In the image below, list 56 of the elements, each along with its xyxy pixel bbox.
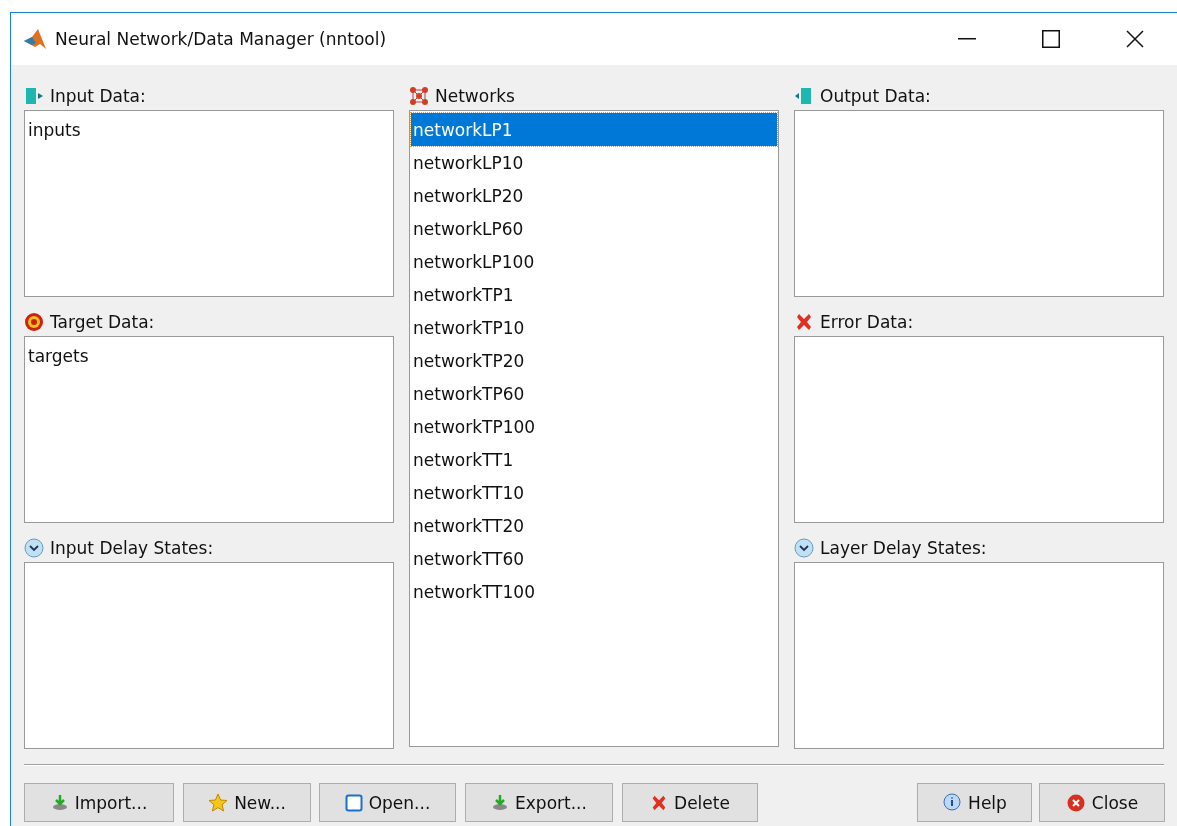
- chevron-circle-icon: [24, 538, 44, 558]
- list-item[interactable]: networkLP100: [411, 245, 777, 278]
- list-item[interactable]: networkTP20: [411, 344, 777, 377]
- list-item[interactable]: networkLP60: [411, 212, 777, 245]
- toolbar-button[interactable]: Import...: [24, 783, 174, 822]
- list-box[interactable]: targets: [24, 336, 394, 523]
- list-box[interactable]: [794, 110, 1164, 297]
- minimize-icon: [958, 38, 976, 40]
- door-icon: [24, 86, 44, 106]
- network-icon: [409, 86, 429, 106]
- list-box[interactable]: [794, 562, 1164, 749]
- panel-label: Input Data:: [50, 86, 146, 106]
- list-box[interactable]: [24, 562, 394, 749]
- toolbar-button[interactable]: Export...: [465, 783, 613, 822]
- list-item[interactable]: networkTP60: [411, 377, 777, 410]
- panel-label: Output Data:: [820, 86, 931, 106]
- maximize-icon: [1042, 30, 1060, 48]
- list-item[interactable]: networkTP1: [411, 278, 777, 311]
- list-item[interactable]: networkTP10: [411, 311, 777, 344]
- toolbar-button[interactable]: New...: [183, 783, 311, 822]
- close-icon: [1126, 30, 1144, 48]
- window-icon: [344, 793, 363, 812]
- logo-icon: [23, 28, 47, 50]
- info-icon: [942, 792, 963, 813]
- panel-label: Error Data:: [820, 312, 914, 332]
- toolbar-button[interactable]: Delete: [622, 783, 758, 822]
- list-box[interactable]: inputs: [24, 110, 394, 297]
- list-item[interactable]: inputs: [26, 113, 392, 146]
- list-box[interactable]: [794, 336, 1164, 523]
- dialog-button[interactable]: Close: [1039, 783, 1165, 822]
- list-item[interactable]: networkLP10: [411, 146, 777, 179]
- list-item[interactable]: networkTT1: [411, 443, 777, 476]
- disk-icon: [50, 793, 69, 812]
- list-item[interactable]: networkLP1: [411, 113, 777, 146]
- panel-label: Layer Delay States:: [820, 538, 987, 558]
- panel-label: Input Delay States:: [50, 538, 214, 558]
- list-item[interactable]: networkTT60: [411, 542, 777, 575]
- list-item[interactable]: networkLP20: [411, 179, 777, 212]
- panel-label: Networks: [435, 86, 515, 106]
- list-item[interactable]: networkTP100: [411, 410, 777, 443]
- panel-label: Target Data:: [50, 312, 155, 332]
- chevron-circle-icon: [794, 538, 814, 558]
- door-icon: [794, 86, 814, 106]
- list-item[interactable]: networkTT10: [411, 476, 777, 509]
- list-box[interactable]: networkLP1 networkLP10 networkLP20 networkLP60 networkLP100 networkTP1 networkTP10 networkTP20 networkTP60 networkTP100 networkTT1 networkTT10 networkTT20 networkTT60 networkTT100: [409, 110, 779, 747]
- list-item[interactable]: networkTT20: [411, 509, 777, 542]
- star-icon: [208, 792, 229, 813]
- list-item[interactable]: networkTT100: [411, 575, 777, 608]
- disk-icon: [491, 793, 510, 812]
- toolbar-button[interactable]: Open...: [319, 783, 456, 822]
- cross-icon: [794, 312, 814, 332]
- dialog-button[interactable]: Help: [917, 783, 1032, 822]
- target-icon: [24, 312, 44, 332]
- close-circle-icon: [1065, 792, 1086, 813]
- window-title: Neural Network/Data Manager (nntool): [55, 29, 388, 49]
- list-item[interactable]: targets: [26, 339, 392, 372]
